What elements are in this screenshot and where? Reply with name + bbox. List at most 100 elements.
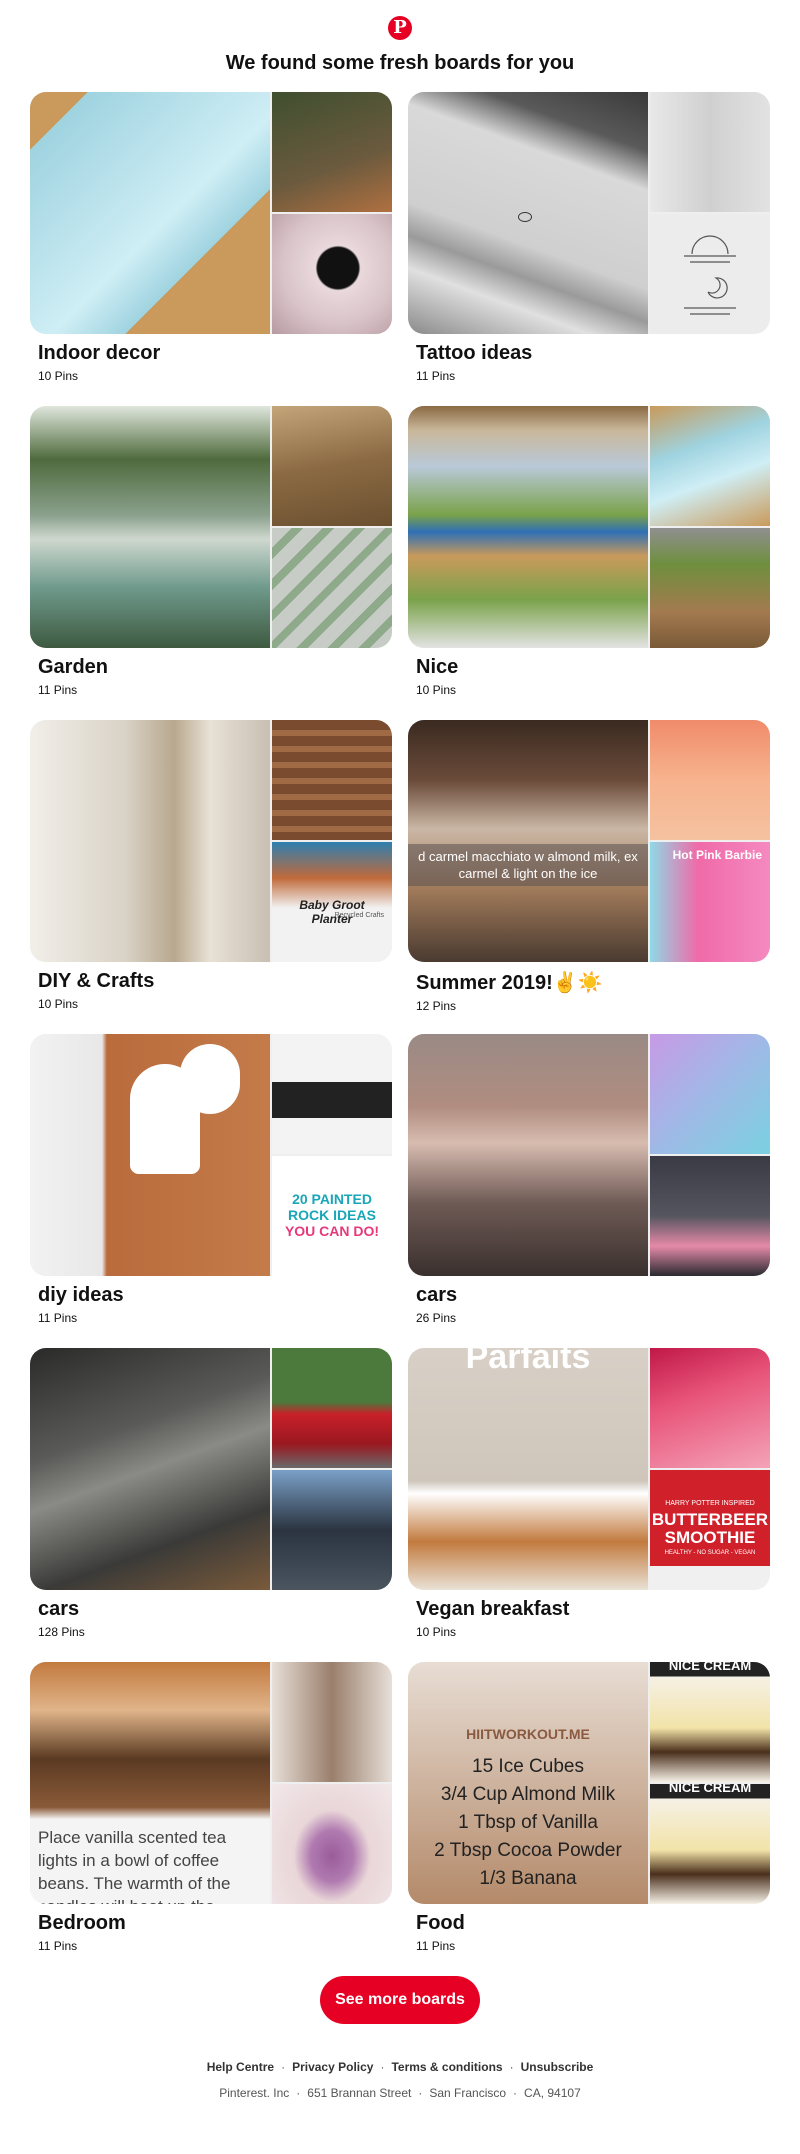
board-collage[interactable] <box>408 406 770 648</box>
separator-dot: · <box>296 2086 301 2100</box>
board-title[interactable]: cars <box>38 1598 392 1621</box>
tile-caption: BUTTERBEER <box>651 1510 769 1529</box>
board-pin-count: 10 Pins <box>416 1625 457 1639</box>
address-company: Pinterest. Inc <box>219 2086 290 2100</box>
separator-dot: · <box>513 2086 518 2100</box>
board-card[interactable]: HIITWORKOUT.ME 15 Ice Cubes 3/4 Cup Almo… <box>408 1662 770 1953</box>
tile-caption: d carmel macchiato w almond milk, ex car… <box>408 844 648 886</box>
board-image-bottom: Baby Groot Planter Recycled Crafts <box>272 842 392 962</box>
separator-dot: · <box>380 2060 385 2074</box>
board-image-top <box>272 92 392 212</box>
board-collage[interactable] <box>30 1348 392 1590</box>
tile-caption: NICE CREAM <box>668 1784 752 1795</box>
board-image-bottom <box>272 1470 392 1590</box>
board-title[interactable]: DIY & Crafts <box>38 970 392 993</box>
tile-caption: 1 Tbsp of Vanilla <box>458 1812 598 1833</box>
board-collage[interactable]: 20 PAINTED ROCK IDEAS YOU CAN DO! <box>30 1034 392 1276</box>
board-card[interactable]: Garden 11 Pins <box>30 406 392 697</box>
board-pin-count: 11 Pins <box>38 1939 78 1953</box>
separator-dot: · <box>418 2086 423 2100</box>
tile-caption: HIITWORKOUT.ME <box>466 1726 590 1742</box>
board-image-bottom: 20 PAINTED ROCK IDEAS YOU CAN DO! <box>272 1156 392 1276</box>
board-card[interactable]: Nice 10 Pins <box>408 406 770 697</box>
board-title[interactable]: Garden <box>38 656 392 679</box>
tile-caption: Parfaits <box>465 1348 591 1376</box>
board-image-main <box>30 92 270 334</box>
board-title[interactable]: diy ideas <box>38 1284 392 1307</box>
board-image-main: Place vanilla scented tea lights in a bo… <box>30 1662 270 1904</box>
tile-caption: HARRY POTTER INSPIRED <box>665 1500 755 1507</box>
tile-caption: Hot Pink Barbie <box>672 848 762 862</box>
board-image-bottom <box>272 528 392 648</box>
board-title[interactable]: Nice <box>416 656 770 679</box>
board-collage[interactable] <box>30 406 392 648</box>
tile-caption: SMOOTHIE <box>664 1528 756 1547</box>
board-card[interactable]: Parfaits HARRY POTTER INSPIRED BUTTERBEE… <box>408 1348 770 1639</box>
see-more-boards-button[interactable]: See more boards <box>320 1976 480 2024</box>
board-title[interactable]: Indoor decor <box>38 342 392 365</box>
tile-caption: YOU CAN DO! <box>284 1223 380 1239</box>
board-pin-count: 11 Pins <box>416 369 456 383</box>
board-image-bottom <box>650 1156 770 1276</box>
tile-caption: 1/3 Banana <box>479 1868 577 1889</box>
footer-links: Help Centre · Privacy Policy · Terms & condi… <box>0 2060 800 2074</box>
board-title[interactable]: Summer 2019!✌️☀️ <box>416 970 770 995</box>
tile-caption: 2 Tbsp Cocoa Powder <box>434 1840 622 1861</box>
tile-subcaption: Recycled Crafts <box>334 912 384 919</box>
board-collage[interactable]: d carmel macchiato w almond milk, ex car… <box>408 720 770 962</box>
board-collage[interactable]: Baby Groot Planter Recycled Crafts <box>30 720 392 962</box>
board-title[interactable]: Bedroom <box>38 1912 392 1935</box>
board-image-bottom: Hot Pink Barbie <box>650 842 770 962</box>
board-image-top <box>650 92 770 212</box>
board-image-top: NICE CREAM <box>650 1662 770 1782</box>
board-image-bottom <box>272 1784 392 1904</box>
footer-link-help-centre[interactable]: Help Centre <box>207 2060 274 2074</box>
board-pin-count: 11 Pins <box>38 1311 78 1325</box>
board-image-main <box>30 720 270 962</box>
board-card[interactable]: 20 PAINTED ROCK IDEAS YOU CAN DO! diy id… <box>30 1034 392 1325</box>
board-collage[interactable] <box>408 92 770 334</box>
pinterest-logo-icon[interactable]: P <box>388 16 412 40</box>
tile-caption: NICE CREAM <box>668 1662 752 1673</box>
board-card[interactable]: Baby Groot Planter Recycled Crafts DIY &… <box>30 720 392 1011</box>
board-card[interactable]: d carmel macchiato w almond milk, ex car… <box>408 720 770 1013</box>
board-collage[interactable]: HIITWORKOUT.ME 15 Ice Cubes 3/4 Cup Almo… <box>408 1662 770 1904</box>
board-image-bottom <box>272 214 392 334</box>
footer-link-terms[interactable]: Terms & conditions <box>391 2060 502 2074</box>
board-title[interactable]: Food <box>416 1912 770 1935</box>
board-card[interactable]: Tattoo ideas 11 Pins <box>408 92 770 383</box>
board-image-bottom: HARRY POTTER INSPIRED BUTTERBEER SMOOTHI… <box>650 1470 770 1590</box>
board-collage[interactable] <box>408 1034 770 1276</box>
board-card[interactable]: cars 128 Pins <box>30 1348 392 1639</box>
board-image-main <box>408 92 648 334</box>
footer-link-privacy-policy[interactable]: Privacy Policy <box>292 2060 373 2074</box>
tile-caption: Place vanilla scented tea lights in a bo… <box>38 1828 231 1904</box>
board-image-main <box>30 406 270 648</box>
board-collage[interactable] <box>30 92 392 334</box>
board-card[interactable]: Place vanilla scented tea lights in a bo… <box>30 1662 392 1953</box>
address-city: San Francisco <box>429 2086 507 2100</box>
board-title[interactable]: Tattoo ideas <box>416 342 770 365</box>
board-title[interactable]: Vegan breakfast <box>416 1598 770 1621</box>
board-image-main <box>408 406 648 648</box>
tile-caption: 3/4 Cup Almond Milk <box>440 1784 616 1805</box>
board-image-top <box>272 720 392 840</box>
board-title[interactable]: cars <box>416 1284 770 1307</box>
board-image-bottom <box>650 214 770 334</box>
board-collage[interactable]: Place vanilla scented tea lights in a bo… <box>30 1662 392 1904</box>
board-card[interactable]: cars 26 Pins <box>408 1034 770 1325</box>
footer-address: Pinterest. Inc · 651 Brannan Street · San Fr… <box>0 2086 800 2100</box>
tile-caption: 20 PAINTED <box>292 1191 372 1207</box>
separator-dot: · <box>509 2060 514 2074</box>
board-pin-count: 11 Pins <box>416 1939 456 1953</box>
board-collage[interactable]: Parfaits HARRY POTTER INSPIRED BUTTERBEE… <box>408 1348 770 1590</box>
board-image-bottom: NICE CREAM <box>650 1784 770 1904</box>
board-image-top <box>650 1348 770 1468</box>
footer-link-unsubscribe[interactable]: Unsubscribe <box>521 2060 594 2074</box>
board-pin-count: 10 Pins <box>416 683 457 697</box>
board-card[interactable]: Indoor decor 10 Pins <box>30 92 392 383</box>
board-pin-count: 128 Pins <box>38 1625 85 1639</box>
board-pin-count: 12 Pins <box>416 999 457 1013</box>
board-pin-count: 26 Pins <box>416 1311 457 1325</box>
separator-dot: · <box>281 2060 286 2074</box>
